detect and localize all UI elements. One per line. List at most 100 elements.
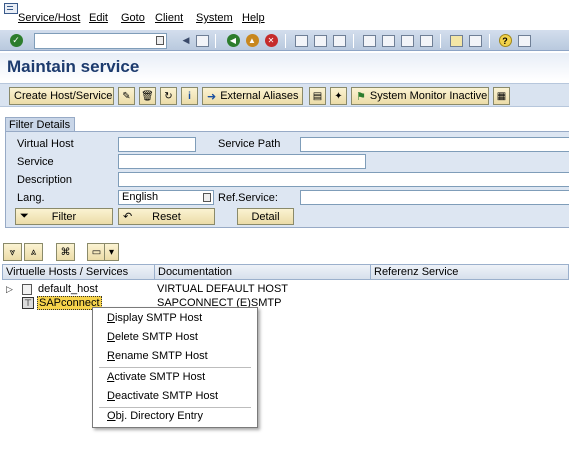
- info-button[interactable]: i: [181, 87, 198, 105]
- shortcut-button[interactable]: [467, 33, 483, 48]
- refresh-icon: ↻: [164, 90, 173, 102]
- menu-client[interactable]: Client: [155, 12, 183, 24]
- dropdown-icon[interactable]: [203, 193, 211, 202]
- test-service-button[interactable]: ✦: [330, 87, 347, 105]
- dropdown-icon[interactable]: [156, 36, 164, 45]
- expand-icon: ⩔: [9, 246, 16, 258]
- host-icon: [22, 284, 32, 295]
- new-session-button[interactable]: [448, 33, 464, 48]
- print-options-button[interactable]: ▾: [104, 243, 119, 261]
- cancel-button[interactable]: ✕: [263, 33, 279, 48]
- binoculars-icon: ⌘: [60, 246, 71, 258]
- column-documentation[interactable]: Documentation: [155, 265, 371, 279]
- layout-icon: [517, 34, 531, 47]
- mnemonic: O: [107, 410, 116, 422]
- find-icon: [313, 34, 327, 47]
- previous-page-button[interactable]: [380, 33, 396, 48]
- menu-item-label: isplay SMTP Host: [114, 312, 203, 324]
- edit-button[interactable]: ✎: [118, 87, 135, 105]
- command-field[interactable]: [34, 33, 167, 49]
- service-icon: ⊤: [22, 297, 34, 309]
- find-next-button[interactable]: [331, 33, 347, 48]
- system-menu-icon[interactable]: [4, 3, 18, 14]
- menu-bar: Service/Host Edit Goto Client System Hel…: [0, 0, 569, 28]
- next-page-button[interactable]: [399, 33, 415, 48]
- menu-item-deactivate-smtp-host[interactable]: Deactivate SMTP Host: [107, 390, 218, 402]
- pencil-icon: ✎: [122, 90, 131, 102]
- filter-button-label: Filter: [51, 210, 77, 223]
- ref-service-input[interactable]: [300, 190, 569, 205]
- find-next-icon: [332, 34, 346, 47]
- detail-button[interactable]: Detail: [237, 208, 294, 225]
- arrow-right-icon: ➜: [207, 90, 217, 103]
- last-page-button[interactable]: [418, 33, 434, 48]
- menu-separator: [99, 407, 251, 408]
- trash-icon: 🗑: [141, 90, 154, 102]
- layout-menu-button[interactable]: [516, 33, 532, 48]
- menu-separator: [99, 367, 251, 368]
- save-button[interactable]: [194, 33, 210, 48]
- virtual-host-input[interactable]: [118, 137, 196, 152]
- system-monitor-label: System Monitor Inactive: [369, 90, 488, 102]
- find-tree-button[interactable]: ⌘: [56, 243, 75, 261]
- exit-button[interactable]: ▲: [244, 33, 260, 48]
- service-path-label: Service Path: [218, 138, 281, 150]
- toolbar-separator: [353, 34, 354, 48]
- enter-button[interactable]: ✓: [8, 33, 24, 48]
- toolbar-separator: [489, 34, 490, 48]
- refresh-button[interactable]: ↻: [160, 87, 177, 105]
- external-aliases-button[interactable]: ➜ External Aliases: [202, 87, 303, 105]
- menu-item-activate-smtp-host[interactable]: Activate SMTP Host: [107, 371, 205, 383]
- hierarchy-button[interactable]: ▦: [493, 87, 510, 105]
- reset-button[interactable]: ↶ Reset: [118, 208, 215, 225]
- column-virtual-hosts[interactable]: Virtuelle Hosts / Services: [3, 265, 155, 279]
- expand-arrow-icon[interactable]: ▷: [6, 282, 13, 296]
- service-path-input[interactable]: [300, 137, 569, 152]
- filter-button[interactable]: ⏷ Filter: [15, 208, 113, 225]
- menu-item-label: ctivate SMTP Host: [114, 371, 206, 383]
- chevron-down-icon: ▾: [108, 246, 115, 258]
- exit-icon: ▲: [245, 34, 259, 47]
- delete-button[interactable]: 🗑: [139, 87, 156, 105]
- help-icon: ?: [498, 34, 512, 47]
- tree-toolbar: ⩔ ⩓ ⌘ ▭ ▾: [0, 241, 569, 263]
- system-monitor-button[interactable]: ⚑ System Monitor Inactive: [351, 87, 489, 105]
- tree-row[interactable]: ⊤ SAPconnect SAPCONNECT (E)SMTP: [2, 296, 562, 310]
- checkmark-icon: ✓: [9, 34, 23, 47]
- service-input[interactable]: [118, 154, 366, 169]
- description-input[interactable]: [118, 172, 569, 187]
- menu-help[interactable]: Help: [242, 12, 265, 24]
- back-icon: ◀: [226, 34, 240, 47]
- back-button[interactable]: ◀: [225, 33, 241, 48]
- menu-item-obj-directory-entry[interactable]: Obj. Directory Entry: [107, 410, 203, 422]
- menu-edit[interactable]: Edit: [89, 12, 108, 24]
- print-button[interactable]: [293, 33, 309, 48]
- help-button[interactable]: ?: [497, 33, 513, 48]
- collapse-all-button[interactable]: ⩓: [24, 243, 43, 261]
- menu-goto[interactable]: Goto: [121, 12, 145, 24]
- virtual-host-label: Virtual Host: [17, 138, 74, 150]
- service-label: Service: [17, 156, 54, 168]
- document-button[interactable]: ▤: [309, 87, 326, 105]
- filter-details-tab[interactable]: Filter Details: [5, 117, 75, 132]
- collapse-icon: ⩓: [30, 246, 37, 258]
- expand-all-button[interactable]: ⩔: [3, 243, 22, 261]
- shortcut-icon: [468, 34, 482, 47]
- menu-item-delete-smtp-host[interactable]: Delete SMTP Host: [107, 331, 198, 343]
- menu-item-rename-smtp-host[interactable]: Rename SMTP Host: [107, 350, 208, 362]
- column-referenz-service[interactable]: Referenz Service: [371, 265, 568, 279]
- find-button[interactable]: [312, 33, 328, 48]
- back-small-icon[interactable]: ◀: [178, 33, 194, 48]
- menu-item-display-smtp-host[interactable]: Display SMTP Host: [107, 312, 202, 324]
- funnel-icon: ⏷: [20, 210, 29, 222]
- tree-row[interactable]: ▷ default_host VIRTUAL DEFAULT HOST: [2, 282, 562, 296]
- lang-select[interactable]: English: [118, 190, 214, 205]
- create-host-service-button[interactable]: Create Host/Service: [9, 87, 114, 105]
- mnemonic: D: [107, 390, 115, 402]
- menu-service-host[interactable]: Service/Host: [18, 12, 80, 24]
- first-page-button[interactable]: [361, 33, 377, 48]
- tree-node-label: default_host: [38, 283, 98, 295]
- menu-system[interactable]: System: [196, 12, 233, 24]
- mnemonic: R: [107, 350, 115, 362]
- next-page-icon: [400, 34, 414, 47]
